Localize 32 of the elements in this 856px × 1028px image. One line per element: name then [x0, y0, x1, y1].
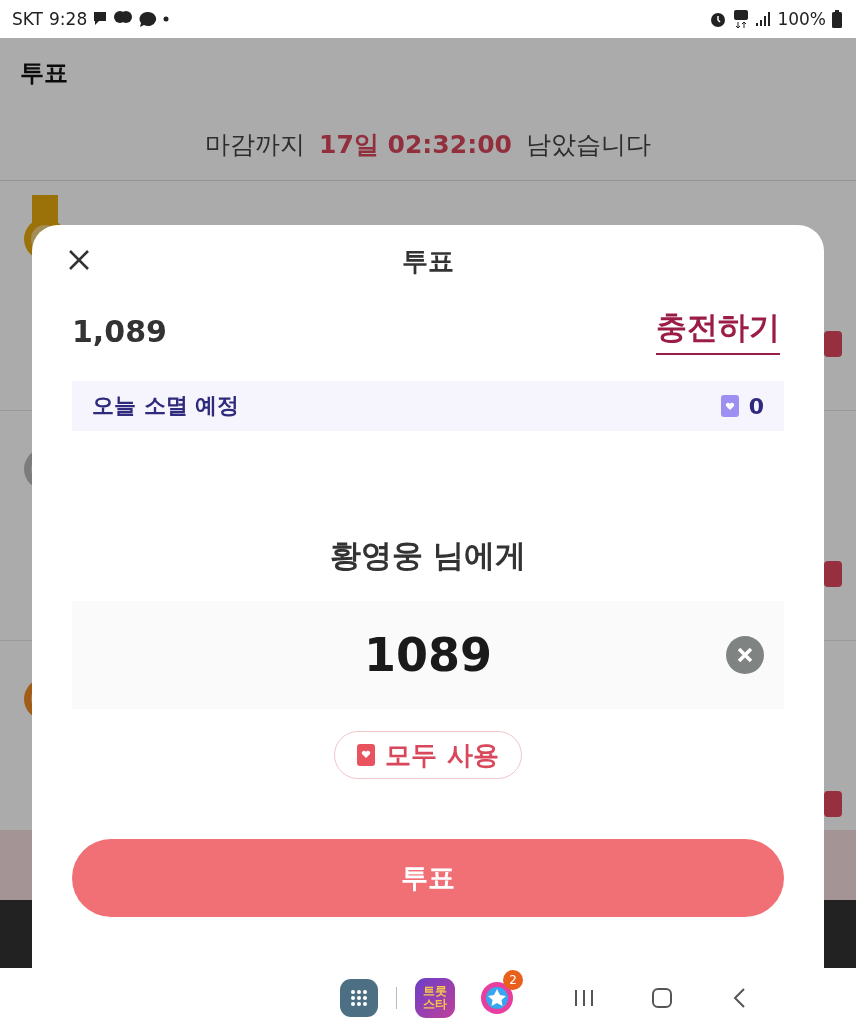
countdown: 17일 02:32:00 [319, 128, 512, 161]
use-all-button[interactable]: 모두 사용 [334, 731, 522, 779]
network-icon [733, 9, 750, 29]
recent-apps-button[interactable] [573, 987, 595, 1009]
app-icon[interactable]: 트롯 스타 [415, 978, 455, 1018]
chat-bubble-icon [139, 10, 158, 28]
clear-icon [726, 636, 764, 674]
vote-button[interactable]: 투표 [72, 839, 784, 917]
page-title: 투표 [19, 58, 69, 89]
heart-ticket-icon [357, 744, 376, 766]
clock: 9:28 [49, 9, 88, 29]
close-icon [68, 249, 90, 271]
notification-badge: 2 [503, 970, 523, 990]
signal-icon [755, 11, 772, 27]
alarm-icon [709, 10, 728, 28]
charge-link[interactable]: 충전하기 [656, 307, 780, 355]
battery-icon [832, 10, 842, 28]
dot-icon [163, 16, 170, 22]
vote-balance: 1,089 [72, 313, 167, 349]
heart-ticket-icon [720, 395, 739, 417]
home-button[interactable] [651, 987, 673, 1009]
battery-level: 100% [777, 9, 826, 29]
expiring-label: 오늘 소멸 예정 [92, 392, 240, 420]
carrier: SKT [12, 9, 43, 29]
recipient-label: 황영웅 님에게 [328, 536, 528, 575]
apps-icon[interactable] [340, 979, 378, 1017]
clear-button[interactable] [726, 636, 764, 674]
deadline-label: 마감까지 [205, 128, 306, 161]
message-icon [93, 11, 108, 27]
expiring-count: 0 [748, 393, 764, 419]
deadline-suffix: 남았습니다 [525, 128, 651, 161]
dialog-title: 투표 [402, 244, 454, 278]
